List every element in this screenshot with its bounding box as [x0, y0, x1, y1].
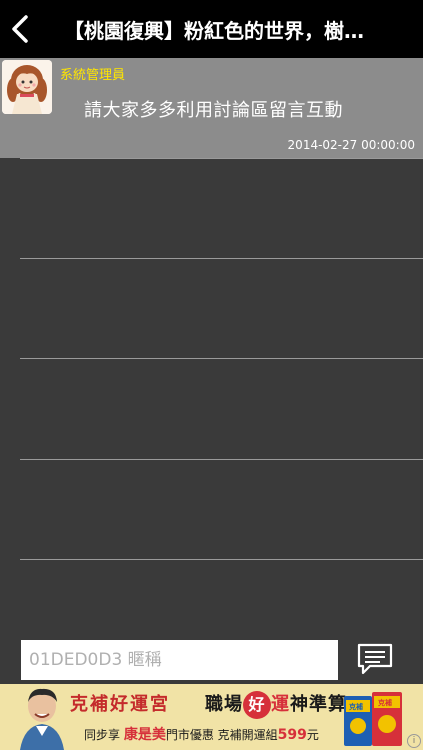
page-title: 【桃園復興】粉紅色的世界，樹… — [64, 18, 364, 43]
post-message: 請大家多多利用討論區留言互動 — [84, 100, 343, 121]
ad-product-label-2: 克補 — [378, 698, 392, 707]
row-divider — [20, 459, 423, 460]
ad-headline: 克補好運宮 — [70, 690, 170, 716]
ad-headline-b: 職場好運神準算! — [205, 690, 356, 719]
ad-luck-text: 運 — [271, 694, 290, 715]
nav-bar: 【桃園復興】粉紅色的世界，樹… — [0, 0, 423, 58]
ad-headline-b-text: 職場 — [205, 694, 243, 715]
comment-input-bar — [0, 636, 423, 684]
ad-product-image: 克補 克補 — [344, 692, 402, 746]
nickname-input[interactable] — [21, 640, 338, 680]
ad-price-unit: 元 — [306, 728, 319, 742]
row-divider — [20, 158, 423, 159]
ad-subline: 同步享 康是美門市優惠 克補開運組599元 — [84, 724, 334, 744]
ad-price: 599 — [277, 727, 307, 743]
post-timestamp: 2014-02-27 00:00:00 — [287, 138, 415, 152]
post-comment-button[interactable] — [356, 642, 394, 676]
speech-bubble-icon — [357, 643, 393, 675]
row-divider — [20, 258, 423, 259]
ad-brand: 康是美 — [123, 727, 166, 743]
comment-list — [0, 158, 423, 628]
ad-subline-b: 門市優惠 克補開運組 — [165, 728, 278, 742]
poster-name: 系統管理員 — [60, 68, 126, 83]
ad-person-image — [20, 688, 64, 750]
ad-info-icon[interactable]: i — [407, 734, 421, 748]
row-divider — [20, 358, 423, 359]
row-divider — [20, 559, 423, 560]
ad-headline-a: 克補好運宮 — [70, 694, 170, 715]
discussion-screen: 【桃園復興】粉紅色的世界，樹… 系統管理員 請大家多多利用討論區留言互動 201… — [0, 0, 423, 750]
back-button[interactable] — [0, 0, 40, 58]
ad-subline-a: 同步享 — [84, 728, 121, 742]
ad-banner[interactable]: 克補好運宮 職場好運神準算! 同步享 康是美門市優惠 克補開運組599元 克補 … — [0, 684, 423, 750]
ad-good-badge: 好 — [243, 691, 271, 719]
ad-product-label-1: 克補 — [349, 702, 363, 711]
avatar — [2, 60, 52, 114]
chevron-left-icon — [12, 15, 28, 43]
admin-post: 系統管理員 請大家多多利用討論區留言互動 2014-02-27 00:00:00 — [0, 58, 423, 158]
